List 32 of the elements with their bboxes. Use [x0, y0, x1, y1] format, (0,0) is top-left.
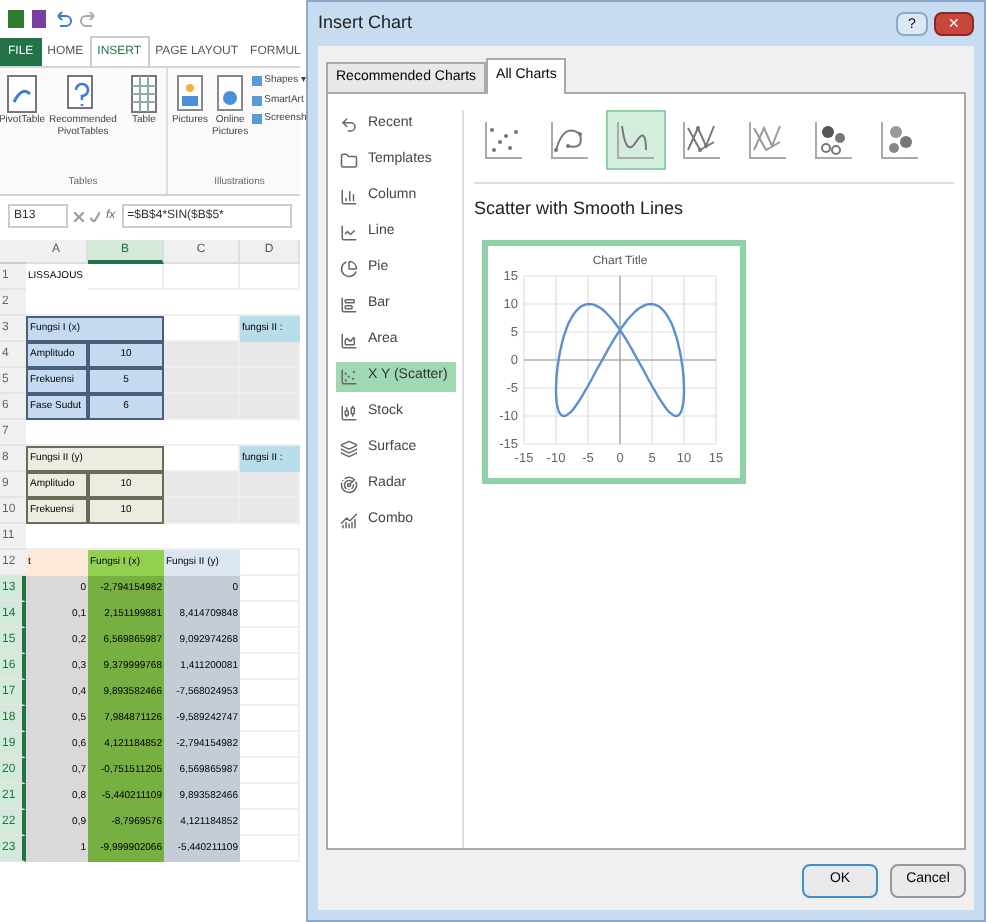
- undo-icon[interactable]: [54, 9, 72, 27]
- chart-subtype-button[interactable]: [606, 110, 666, 170]
- chart-subtype-icon: [614, 118, 658, 162]
- chart-subtype-icon: [812, 118, 856, 162]
- dialog-title: Insert Chart: [318, 10, 413, 37]
- chart-subtype-icon: [680, 118, 724, 162]
- smooth-curve-line: [554, 301, 686, 417]
- chart-subtype-icon: [548, 118, 592, 162]
- line-chart-icon: [340, 224, 358, 242]
- layers-icon: [340, 440, 358, 458]
- table-grid-icon: [129, 74, 158, 114]
- redo-icon[interactable]: [80, 9, 98, 27]
- chart-subtype-icon: [746, 118, 790, 162]
- online-picture-icon: [214, 74, 247, 114]
- enter-icon[interactable]: [90, 211, 100, 221]
- bar-chart-icon: [340, 296, 358, 314]
- combo-chart-icon: [340, 512, 358, 530]
- cancel-icon[interactable]: [74, 211, 84, 221]
- radar-icon: [340, 476, 358, 494]
- pie-chart-icon: [340, 260, 358, 278]
- scatter-chart-icon: [340, 368, 358, 386]
- pivot-table-icon: [6, 74, 38, 114]
- area-chart-icon: [340, 332, 358, 350]
- column-chart-icon: [340, 188, 358, 206]
- recommended-table-icon: [66, 74, 99, 114]
- chart-subtype-icon: [482, 118, 526, 162]
- candlestick-chart-icon: [340, 404, 358, 422]
- folder-icon: [340, 152, 358, 170]
- subtype-title: Scatter with Smooth Lines: [474, 196, 686, 222]
- undo-arrow-icon: [340, 116, 358, 134]
- picture-icon: [173, 74, 206, 114]
- chart-subtype-icon: [878, 118, 922, 162]
